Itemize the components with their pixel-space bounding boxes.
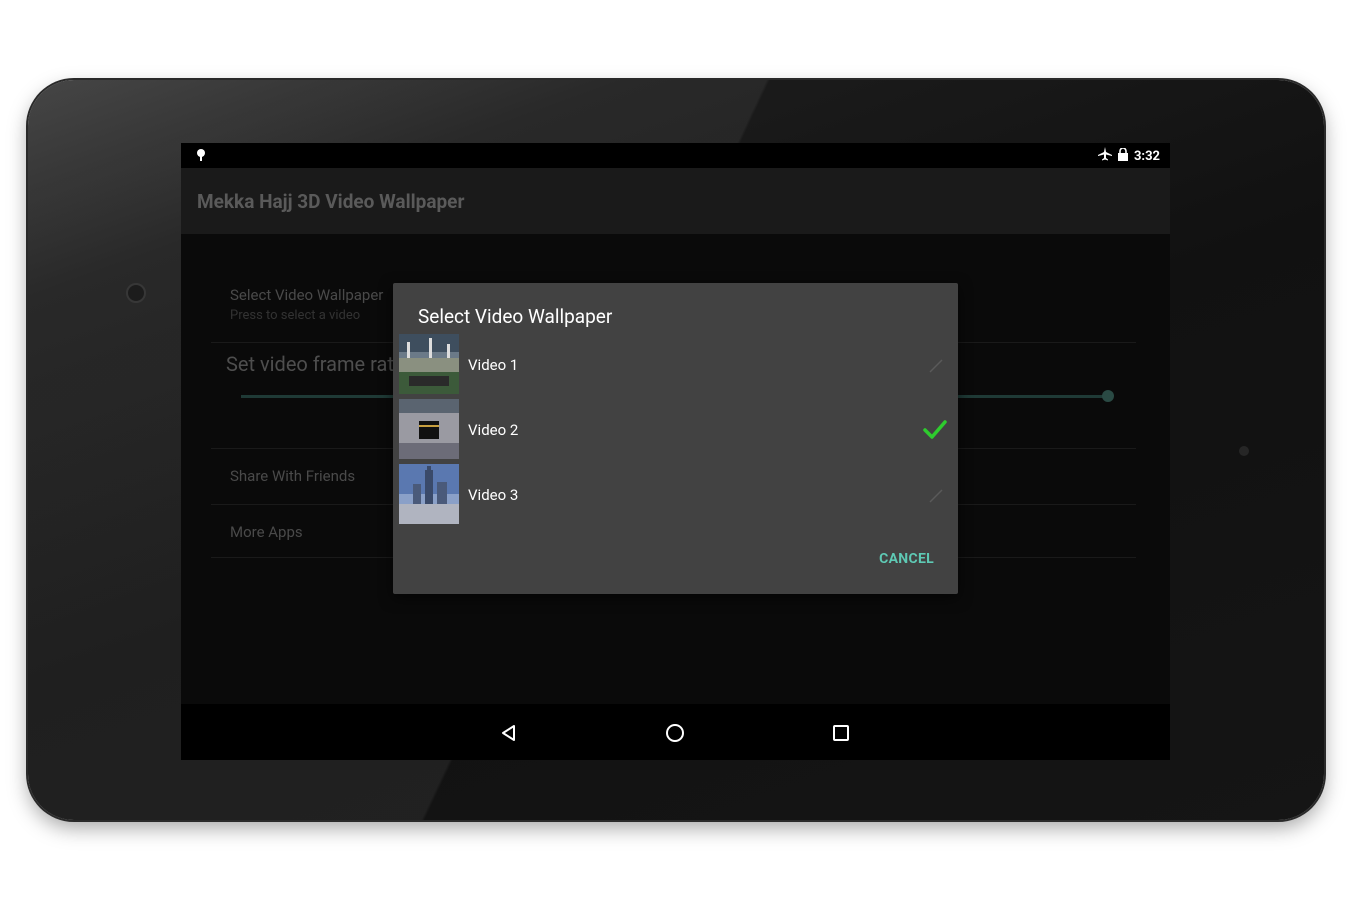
unchecked-icon bbox=[922, 352, 948, 378]
pref-share[interactable]: Share With Friends bbox=[230, 467, 355, 485]
airplane-icon bbox=[1097, 147, 1112, 165]
cancel-button[interactable]: CANCEL bbox=[879, 551, 934, 567]
video-option-label: Video 3 bbox=[468, 486, 519, 504]
action-bar: Mekka Hajj 3D Video Wallpaper bbox=[181, 168, 1170, 234]
pref-select-video-summary: Press to select a video bbox=[230, 308, 361, 323]
pref-select-video[interactable]: Select Video Wallpaper Press to select a… bbox=[230, 286, 383, 323]
select-video-dialog: Select Video Wallpaper Video 1 Video 2 V… bbox=[393, 283, 958, 594]
unchecked-icon bbox=[922, 482, 948, 508]
status-time: 3:32 bbox=[1133, 148, 1160, 164]
checkmark-icon bbox=[922, 417, 948, 443]
status-bar: 3:32 bbox=[181, 143, 1170, 168]
pref-frame-rate-title: Set video frame rate bbox=[226, 352, 405, 376]
front-camera bbox=[126, 283, 146, 303]
video-option-2[interactable]: Video 2 bbox=[399, 399, 952, 461]
navigation-bar bbox=[181, 704, 1170, 760]
dialog-title: Select Video Wallpaper bbox=[418, 305, 613, 328]
pref-share-title: Share With Friends bbox=[230, 467, 356, 485]
video-thumbnail bbox=[399, 399, 459, 459]
lock-icon bbox=[1117, 146, 1128, 165]
video-thumbnail bbox=[399, 334, 459, 394]
status-right-group: 3:32 bbox=[1097, 146, 1160, 165]
pref-select-video-title: Select Video Wallpaper bbox=[230, 286, 384, 304]
pref-frame-rate: Set video frame rate bbox=[226, 352, 405, 376]
back-icon[interactable] bbox=[496, 720, 522, 746]
recents-icon[interactable] bbox=[828, 720, 854, 746]
frame-rate-slider-thumb[interactable] bbox=[1102, 390, 1114, 402]
home-icon[interactable] bbox=[662, 720, 688, 746]
pref-more-apps[interactable]: More Apps bbox=[230, 523, 303, 541]
pref-more-apps-title: More Apps bbox=[230, 523, 303, 541]
device-screen: 3:32 Mekka Hajj 3D Video Wallpaper Selec… bbox=[181, 143, 1170, 760]
video-thumbnail bbox=[399, 464, 459, 524]
proximity-sensor bbox=[1239, 446, 1249, 456]
video-option-3[interactable]: Video 3 bbox=[399, 464, 952, 526]
video-option-label: Video 2 bbox=[468, 421, 519, 439]
video-option-label: Video 1 bbox=[468, 356, 519, 374]
video-option-1[interactable]: Video 1 bbox=[399, 334, 952, 396]
app-title: Mekka Hajj 3D Video Wallpaper bbox=[197, 190, 465, 213]
notification-pin-icon bbox=[195, 148, 207, 166]
